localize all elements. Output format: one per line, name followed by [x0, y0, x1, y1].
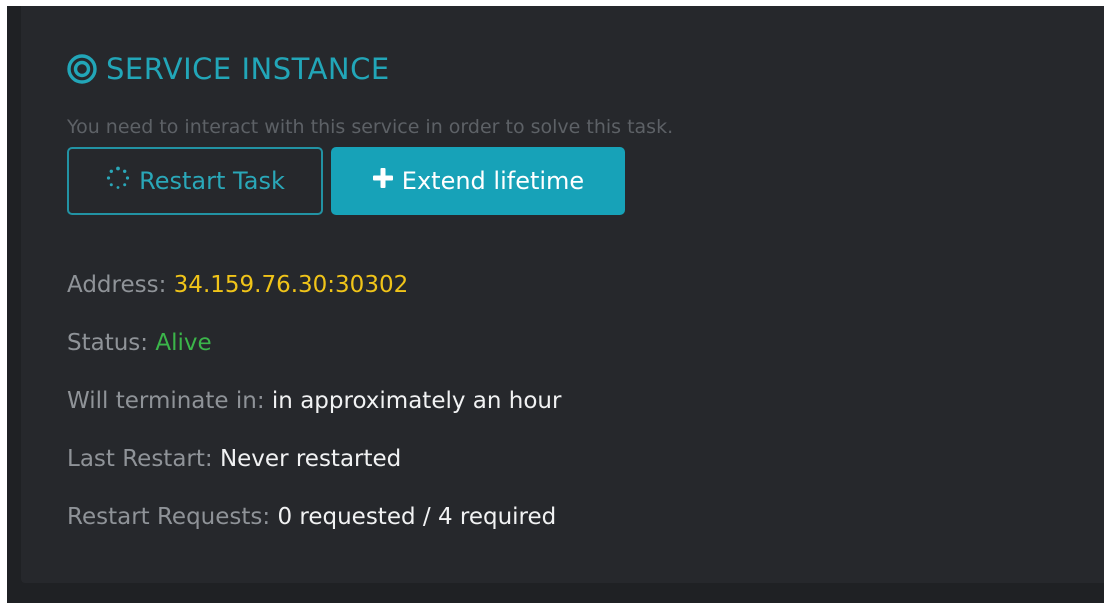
terminate-value: in approximately an hour [271, 388, 562, 414]
spinner-icon [105, 165, 131, 197]
status-label: Status: [67, 330, 149, 356]
card-subtitle: You need to interact with this service i… [67, 116, 674, 138]
card-title: SERVICE INSTANCE [66, 52, 390, 86]
terminate-label: Will terminate in: [67, 388, 265, 414]
extend-lifetime-label: Extend lifetime [401, 167, 585, 195]
restart-requests-label: Restart Requests: [67, 504, 271, 530]
card-title-text: SERVICE INSTANCE [106, 52, 390, 86]
status-row: Status: Alive [67, 330, 212, 356]
address-label: Address: [67, 272, 167, 298]
address-row: Address: 34.159.76.30:30302 [67, 272, 408, 298]
target-icon [66, 53, 98, 85]
restart-task-button[interactable]: Restart Task [67, 147, 323, 215]
restart-requests-value: 0 requested / 4 required [277, 504, 557, 530]
last-restart-value: Never restarted [219, 446, 402, 472]
extend-lifetime-button[interactable]: Extend lifetime [331, 147, 625, 215]
restart-task-label: Restart Task [139, 167, 285, 195]
last-restart-label: Last Restart: [67, 446, 213, 472]
restart-requests-row: Restart Requests: 0 requested / 4 requir… [67, 504, 556, 530]
last-restart-row: Last Restart: Never restarted [67, 446, 401, 472]
page-background: SERVICE INSTANCE You need to interact wi… [7, 6, 1104, 603]
plus-icon [372, 167, 394, 195]
status-value: Alive [155, 330, 212, 356]
terminate-row: Will terminate in: in approximately an h… [67, 388, 561, 414]
service-instance-card: SERVICE INSTANCE You need to interact wi… [21, 6, 1104, 583]
address-value: 34.159.76.30:30302 [173, 272, 409, 298]
